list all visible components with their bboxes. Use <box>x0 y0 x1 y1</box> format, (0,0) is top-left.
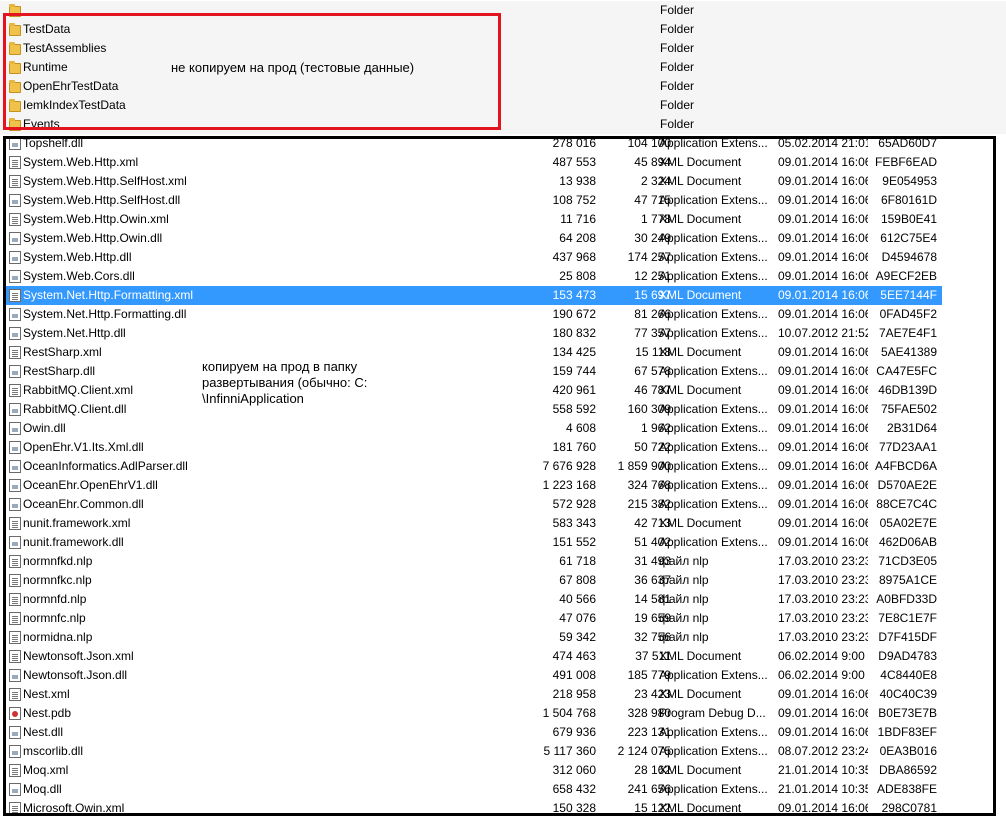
details: Folder <box>496 58 942 77</box>
type-cell: Folder <box>660 98 695 112</box>
test-data-annotation: не копируем на прод (тестовые данные) <box>171 60 415 75</box>
deploy-annotation: копируем на прод в папку развертывания (… <box>202 359 368 406</box>
details: Folder <box>496 20 942 39</box>
type-cell: Folder <box>660 117 695 131</box>
type-cell: Folder <box>660 3 695 17</box>
details: Folder <box>496 115 942 134</box>
details: Folder <box>496 1 942 20</box>
type-cell: Folder <box>660 41 695 55</box>
type-cell: Folder <box>660 79 695 93</box>
details: Folder <box>496 96 942 115</box>
type-cell: Folder <box>660 60 695 74</box>
deploy-files-highlight-box <box>3 136 996 816</box>
type-cell: Folder <box>660 22 695 36</box>
details: Folder <box>496 77 942 96</box>
details: Folder <box>496 39 942 58</box>
